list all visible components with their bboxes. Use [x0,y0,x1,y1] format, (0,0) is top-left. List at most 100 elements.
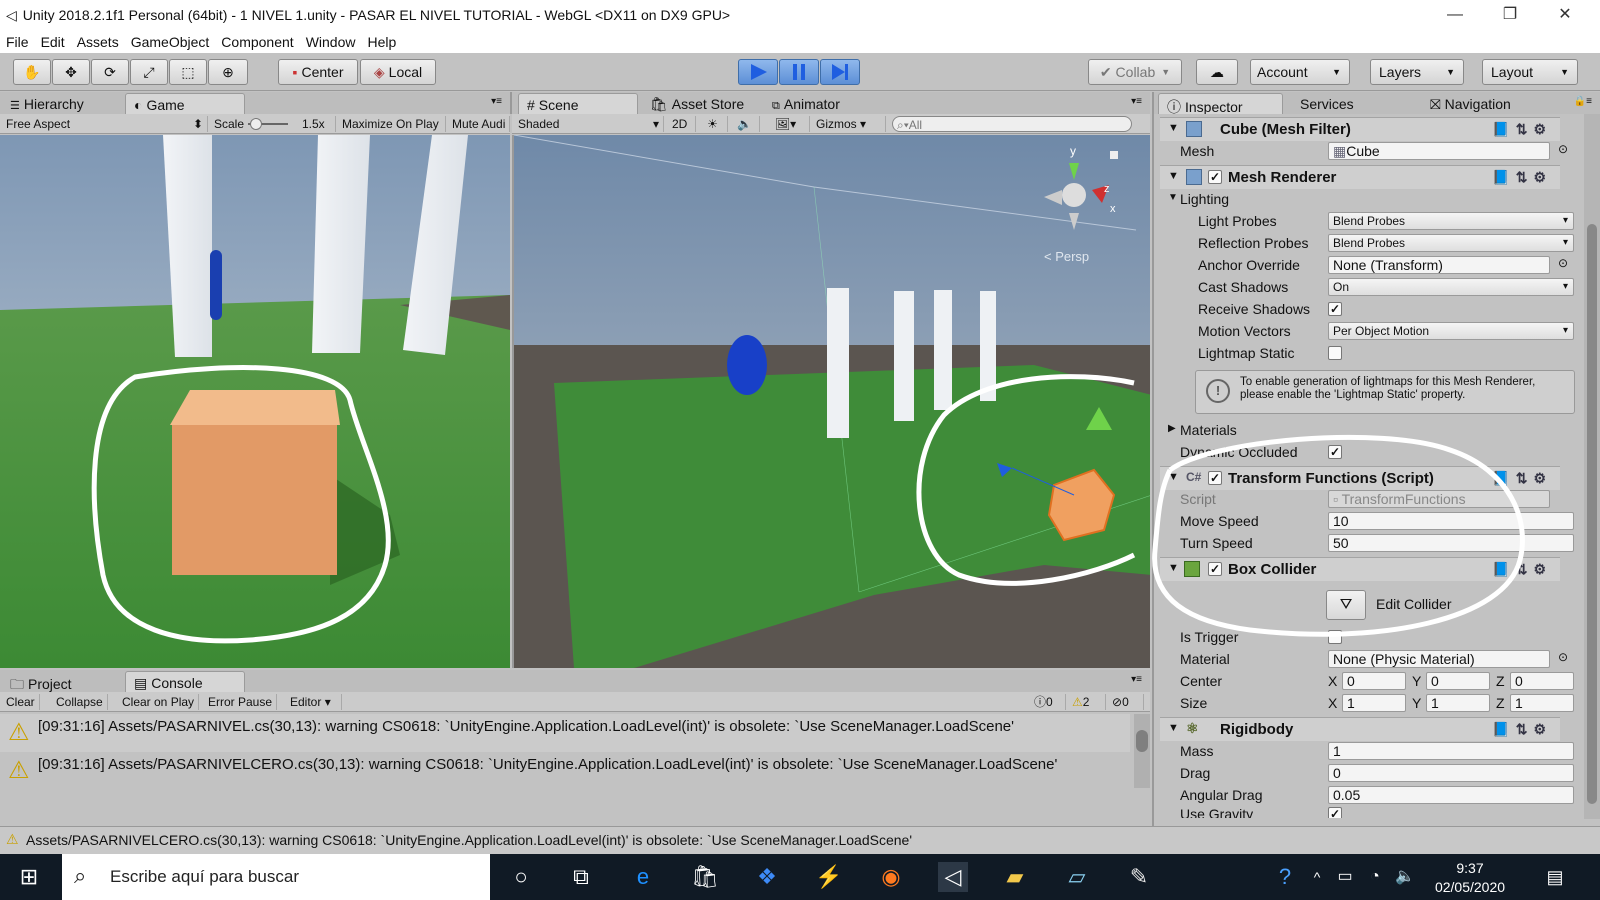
battery-icon[interactable]: ▭ [1330,862,1360,892]
game-view[interactable] [0,135,510,668]
foldout-icon[interactable]: ▼ [1168,122,1179,134]
size-x-input[interactable]: 1 [1342,694,1406,712]
wifi-icon[interactable]: ◔ [1360,862,1390,892]
mesh-renderer-enabled-checkbox[interactable]: ✓ [1208,170,1222,184]
scene-view[interactable]: y z x < Persp [512,135,1150,668]
firefox-icon[interactable]: ◉ [876,862,906,892]
shading-dropdown[interactable]: Shaded ▾ [514,116,664,132]
size-y-input[interactable]: 1 [1426,694,1490,712]
move-tool-icon[interactable]: ✥ [52,59,90,85]
paint-icon[interactable]: ✎ [1124,862,1154,892]
tab-animator[interactable]: ⧉ Animator [764,93,848,114]
reflection-probes-dropdown[interactable]: Blend Probes [1328,234,1574,252]
visual-studio-icon[interactable]: ⚡ [814,862,844,892]
play-button[interactable] [738,59,778,85]
drag-input[interactable]: 0 [1328,764,1574,782]
windows-start-icon[interactable]: ⊞ [14,862,44,892]
tab-scene[interactable]: # Scene [518,93,638,114]
info-count-toggle[interactable]: ⓘ0 [1030,694,1066,710]
clock[interactable]: 9:37 02/05/2020 [1425,860,1515,895]
scale-slider-thumb[interactable] [250,118,262,130]
collab-button[interactable]: ✔ Collab ▼ [1088,59,1182,85]
menu-file[interactable]: File [0,34,35,50]
audio-icon[interactable]: 🔈 [730,116,760,132]
tab-console[interactable]: ▤ Console [125,671,245,692]
maximize-on-play-toggle[interactable]: Maximize On Play [338,116,446,132]
notepad-icon[interactable]: ▱ [1062,862,1092,892]
tab-game[interactable]: ◐ Game [125,93,245,114]
minimize-button[interactable]: — [1432,0,1478,30]
step-button[interactable] [820,59,860,85]
mesh-field[interactable]: ▦Cube [1328,142,1550,160]
lightmap-static-checkbox[interactable] [1328,346,1342,360]
layout-dropdown[interactable]: Layout ▼ [1482,59,1578,85]
motion-vectors-dropdown[interactable]: Per Object Motion [1328,322,1574,340]
cloud-button[interactable]: ☁ [1196,59,1238,85]
receive-shadows-checkbox[interactable]: ✓ [1328,302,1342,316]
rigidbody-header[interactable]: ▼ ⚛ Rigidbody 📘⇅⚙ [1160,717,1560,741]
lighting-foldout[interactable]: ▼ Lighting [1160,188,1560,210]
editor-dropdown[interactable]: Editor ▾ [286,694,342,710]
foldout-icon[interactable]: ▼ [1168,192,1178,203]
console-entry[interactable]: ⚠ [09:31:16] Assets/PASARNIVELCERO.cs(30… [0,752,1130,790]
center-z-input[interactable]: 0 [1510,672,1574,690]
inspector-scrollbar[interactable] [1584,114,1600,819]
mesh-renderer-header[interactable]: ▼ ✓ Mesh Renderer 📘⇅⚙ [1160,165,1560,189]
component-menu-icon[interactable]: 📘⇅⚙ [1492,169,1552,186]
use-gravity-checkbox[interactable]: ✓ [1328,807,1342,818]
pivot-local-button[interactable]: ◈ Local [360,59,436,85]
component-menu-icon[interactable]: 📘⇅⚙ [1492,121,1552,138]
aspect-dropdown[interactable]: Free Aspect ⬍ [2,116,208,132]
status-bar[interactable]: ⚠ Assets/PASARNIVELCERO.cs(30,13): warni… [0,826,1600,854]
unity-icon[interactable]: ◁ [938,862,968,892]
pivot-center-button[interactable]: ▪ Center [278,59,358,85]
console-entry[interactable]: ⚠ [09:31:16] Assets/PASARNIVEL.cs(30,13)… [0,714,1130,752]
maximize-button[interactable]: ❐ [1487,0,1533,30]
file-explorer-icon[interactable]: ▰ [1000,862,1030,892]
panel-menu-icon[interactable]: ▾≡ [1131,96,1142,107]
menu-window[interactable]: Window [300,34,362,50]
layers-dropdown[interactable]: Layers ▼ [1370,59,1464,85]
sun-icon[interactable]: ☀ [698,116,728,132]
gizmos-dropdown[interactable]: Gizmos ▾ [812,116,886,132]
object-picker-icon[interactable]: ⊙ [1558,650,1568,664]
close-button[interactable]: ✕ [1542,0,1588,30]
tab-project[interactable]: 🗀 Project [2,671,80,692]
lock-icon[interactable]: 🔒≡ [1574,96,1592,107]
error-count-toggle[interactable]: ⊘0 [1108,694,1144,710]
anchor-override-field[interactable]: None (Transform) [1328,256,1550,274]
angular-drag-input[interactable]: 0.05 [1328,786,1574,804]
scrollbar-thumb[interactable] [1587,224,1597,804]
scale-slider[interactable]: Scale 1.5x [210,116,336,132]
edge-icon[interactable]: e [628,862,658,892]
mass-input[interactable]: 1 [1328,742,1574,760]
cortana-icon[interactable]: ○ [506,862,536,892]
menu-gameobject[interactable]: GameObject [125,34,216,50]
panel-menu-icon[interactable]: ▾≡ [491,96,502,107]
foldout-icon[interactable]: ▼ [1168,722,1179,734]
tab-hierarchy[interactable]: ☰ Hierarchy [2,93,92,114]
pause-button[interactable] [779,59,819,85]
clear-on-play-button[interactable]: Clear on Play [118,694,200,710]
taskbar-search-input[interactable]: ⌕ Escribe aquí para buscar [62,854,490,900]
panel-menu-icon[interactable]: ▾≡ [1131,674,1142,685]
tab-navigation[interactable]: ⛝ Navigation [1422,93,1519,114]
center-x-input[interactable]: 0 [1342,672,1406,690]
component-menu-icon[interactable]: 📘⇅⚙ [1492,721,1552,738]
lock-icon[interactable] [1110,151,1118,159]
help-icon[interactable]: ? [1270,862,1300,892]
clear-button[interactable]: Clear [2,694,40,710]
warning-count-toggle[interactable]: ⚠2 [1068,694,1106,710]
2d-toggle[interactable]: 2D [668,116,696,132]
mesh-filter-header[interactable]: ▼ Cube (Mesh Filter) 📘⇅⚙ [1160,117,1560,141]
foldout-icon[interactable]: ▼ [1168,170,1179,182]
chevron-up-icon[interactable]: ^ [1302,862,1332,892]
scrollbar-thumb[interactable] [1136,730,1148,752]
notifications-icon[interactable]: ▤ [1540,862,1570,892]
menu-help[interactable]: Help [361,34,402,50]
tab-inspector[interactable]: ⓘ Inspector [1158,93,1283,115]
store-icon[interactable]: 🛍 [690,862,720,892]
rotate-tool-icon[interactable]: ⟳ [91,59,129,85]
console-scrollbar[interactable] [1134,714,1150,788]
cast-shadows-dropdown[interactable]: On [1328,278,1574,296]
